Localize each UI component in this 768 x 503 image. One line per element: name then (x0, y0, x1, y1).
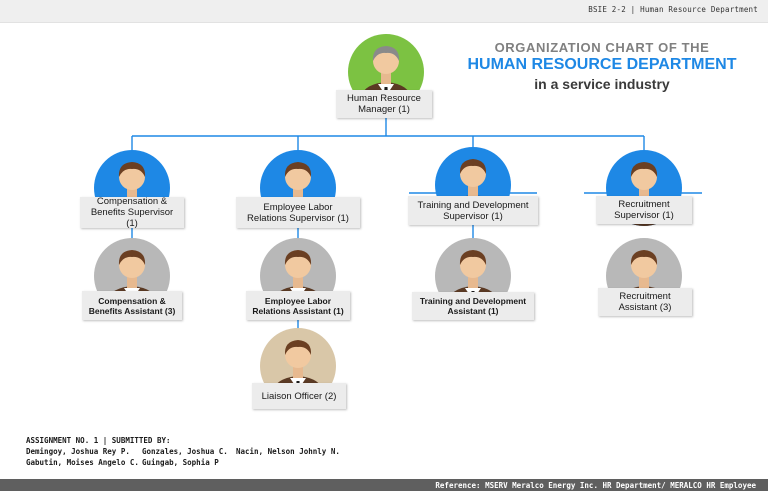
manager-label-text: Human Resource Manager (1) (347, 93, 421, 115)
credit-name-2: Gonzales, Joshua C. (142, 447, 228, 456)
manager-label: Human Resource Manager (1) (336, 90, 432, 118)
credit-name-3: Nacin, Nelson Johnly N. (236, 447, 340, 456)
credit-name-4: Gabutin, Moises Angelo C. (26, 458, 139, 467)
recruit-supervisor-label: Recruitment Supervisor (1) (596, 196, 692, 224)
credit-name-1: Demingoy, Joshua Rey P. (26, 447, 130, 456)
recruit-assistant-label: Recruitment Assistant (3) (598, 288, 692, 316)
labor-supervisor-label-text: Employee Labor Relations Supervisor (1) (247, 201, 349, 224)
labor-supervisor-label: Employee Labor Relations Supervisor (1) (236, 197, 360, 228)
labor-assistant-label-text: Employee Labor Relations Assistant (1) (252, 295, 344, 316)
comp-supervisor-label: Compensation & Benefits Supervisor (1) (80, 196, 184, 229)
labor-assistant-label: Employee Labor Relations Assistant (1) (246, 291, 350, 320)
credits-heading: ASSIGNMENT NO. 1 | SUBMITTED BY: (26, 436, 171, 445)
training-assistant-label: Training and Development Assistant (1) (412, 292, 534, 320)
training-assistant-label-text: Training and Development Assistant (1) (419, 296, 527, 316)
footer-bar: Reference: MSERV Meralco Energy Inc. HR … (0, 479, 768, 491)
comp-assistant-label: Compensation & Benefits Assistant (3) (82, 291, 182, 320)
comp-assistant-label-text: Compensation & Benefits Assistant (3) (88, 295, 176, 316)
liaison-label: Liaison Officer (2) (252, 383, 346, 409)
credit-name-5: Guingab, Sophia P (142, 458, 219, 467)
liaison-label-text: Liaison Officer (2) (261, 390, 337, 402)
training-supervisor-label: Training and Development Supervisor (1) (408, 196, 538, 225)
training-supervisor-label-text: Training and Development Supervisor (1) (417, 199, 529, 222)
reference-text: Reference: MSERV Meralco Energy Inc. HR … (435, 481, 756, 490)
recruit-supervisor-label-text: Recruitment Supervisor (1) (614, 199, 674, 221)
comp-supervisor-label-text: Compensation & Benefits Supervisor (1) (90, 196, 174, 229)
recruit-assistant-label-text: Recruitment Assistant (3) (618, 291, 672, 313)
